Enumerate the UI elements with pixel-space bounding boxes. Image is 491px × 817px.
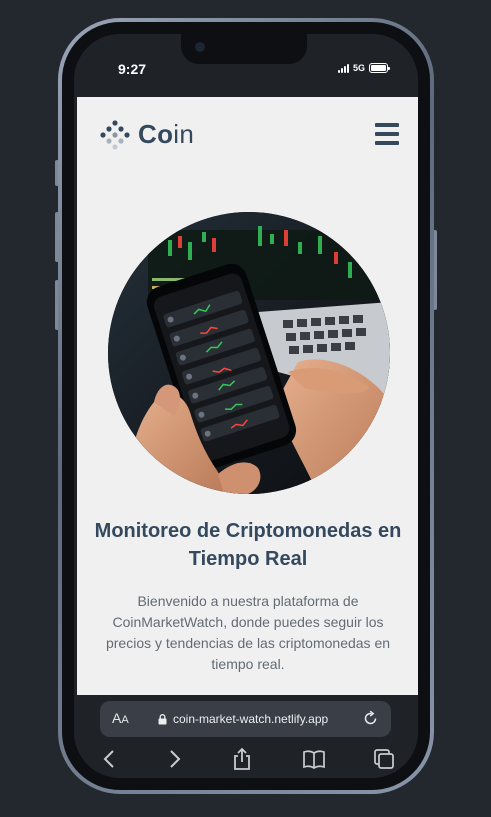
hamburger-menu-icon[interactable] xyxy=(375,123,399,145)
hero-image xyxy=(108,212,390,494)
phone-frame: 9:27 5G Coin Monitoreo de Criptomonedas … xyxy=(58,18,434,794)
site-logo[interactable]: Coin xyxy=(99,118,194,150)
web-page: Coin Monitoreo de Criptomonedas en Tiemp… xyxy=(77,97,418,695)
logo-text-bold: Co xyxy=(138,118,174,149)
back-icon[interactable] xyxy=(98,747,122,771)
forward-icon[interactable] xyxy=(162,747,186,771)
status-bar: 9:27 5G xyxy=(74,34,418,94)
text-size-button[interactable]: AA xyxy=(112,710,129,726)
network-type: 5G xyxy=(352,63,365,73)
phone-in-hands-photo xyxy=(108,212,390,494)
address-bar[interactable]: AA coin-market-watch.netlify.app xyxy=(100,701,391,737)
text-size-big-label: A xyxy=(112,710,122,726)
share-icon[interactable] xyxy=(230,747,254,771)
hero-description: Bienvenido a nuestra plataforma de CoinM… xyxy=(105,593,391,672)
text-size-small-label: A xyxy=(121,714,129,726)
reload-icon[interactable] xyxy=(362,710,379,727)
tabs-icon[interactable] xyxy=(372,747,396,771)
notch xyxy=(181,34,307,64)
browser-nav-row xyxy=(74,747,418,773)
battery-icon xyxy=(369,63,390,73)
status-icons: 5G xyxy=(337,63,390,73)
status-time: 9:27 xyxy=(118,61,147,77)
safari-toolbar: AA coin-market-watch.netlify.app xyxy=(74,695,418,778)
logo-text-rest: in xyxy=(173,118,195,149)
lock-icon xyxy=(158,713,167,724)
hero-title: Monitoreo de Criptomonedas en Tiempo Rea… xyxy=(94,520,402,570)
url-display[interactable]: coin-market-watch.netlify.app xyxy=(158,712,328,726)
url-text: coin-market-watch.netlify.app xyxy=(173,712,329,726)
bookmarks-icon[interactable] xyxy=(302,747,326,771)
phone-bezel: 9:27 5G Coin Monitoreo de Criptomonedas … xyxy=(62,22,430,790)
camera-icon xyxy=(195,42,205,52)
signal-icon xyxy=(337,63,349,73)
logo-text: Coin xyxy=(138,119,194,150)
coin-logo-icon xyxy=(100,120,130,150)
device-stage: 9:27 5G Coin Monitoreo de Criptomonedas … xyxy=(0,0,491,817)
phone-screen: 9:27 5G Coin Monitoreo de Criptomonedas … xyxy=(74,34,418,778)
